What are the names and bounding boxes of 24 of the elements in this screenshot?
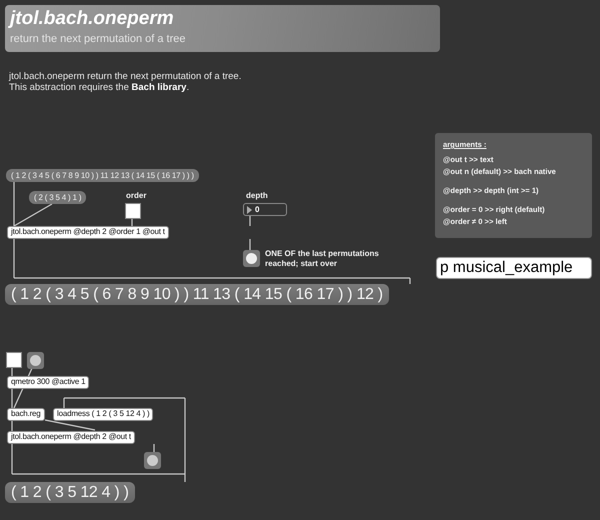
number-box[interactable]: 0: [243, 203, 287, 216]
description-text: jtol.bach.oneperm return the next permutation of a tree.: [9, 71, 242, 82]
bang-button[interactable]: [27, 352, 44, 369]
object-box: qmetro 300 @active 1: [7, 376, 90, 389]
object-box: jtol.bach.oneperm @depth 2 @order 1 @out t: [7, 226, 169, 239]
comment-text: order: [126, 191, 148, 201]
message-box[interactable]: ( 1 2 ( 3 4 5 ( 6 7 8 9 10 ) ) 11 13 ( 14 15 ( 16 17 ) ) 12 ): [5, 284, 389, 305]
object-box: jtol.bach.oneperm @depth 2 @out t: [7, 431, 135, 444]
message-box[interactable]: ( 2 ( 3 5 4 ) 1 ): [29, 191, 86, 204]
toggle[interactable]: [6, 352, 22, 368]
subtitle: return the next permutation of a tree: [10, 33, 186, 45]
subpatcher-box[interactable]: p musical_example: [436, 257, 592, 279]
comment-text: depth: [246, 191, 269, 201]
bang-button[interactable]: [144, 452, 161, 469]
description-text: This abstraction requires the Bach library.: [9, 82, 190, 93]
comment-text: ONE OF the last permutations reached; start over: [265, 249, 380, 269]
patch-cord: [44, 419, 96, 431]
message-box[interactable]: ( 1 2 ( 3 5 12 4 ) ): [5, 482, 135, 503]
title: jtol.bach.oneperm: [10, 8, 175, 30]
message-box[interactable]: ( 1 2 ( 3 4 5 ( 6 7 8 9 10 ) ) 11 12 13 ( 14 15 ( 16 17 ) ) ): [6, 169, 199, 182]
object-box: bach.reg: [7, 408, 45, 421]
bang-button[interactable]: [243, 250, 260, 267]
object-box: loadmess ( 1 2 ( 3 5 12 4 ) ): [53, 408, 154, 421]
toggle[interactable]: [125, 203, 141, 219]
